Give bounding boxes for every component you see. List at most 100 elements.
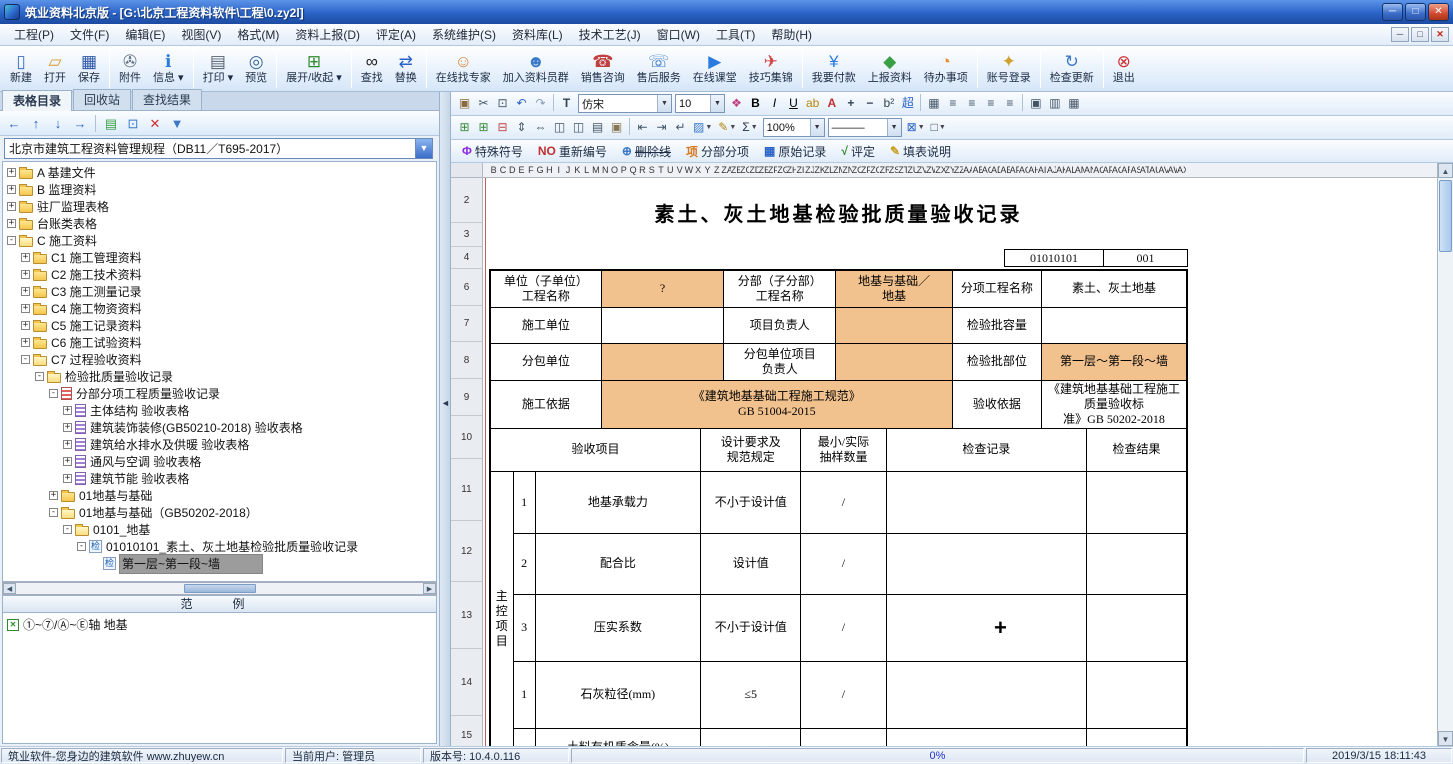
toolbar-button[interactable]: ▶在线课堂 bbox=[687, 48, 743, 90]
record-serial-cell[interactable]: 001 bbox=[1104, 249, 1188, 267]
menu-item[interactable]: 格式(M) bbox=[229, 24, 287, 45]
toolbar-button[interactable]: ◎预览 bbox=[239, 48, 273, 90]
format-button[interactable]: + bbox=[841, 94, 860, 113]
scroll-up-icon[interactable]: ▲ bbox=[1438, 163, 1453, 178]
tree-item[interactable]: +建筑装饰装修(GB50210-2018) 验收表格 bbox=[3, 419, 436, 436]
format-button[interactable]: ↷ bbox=[531, 94, 550, 113]
subcontractor-manager-cell[interactable] bbox=[836, 343, 952, 380]
tree-expander[interactable]: + bbox=[21, 338, 30, 347]
tree-item[interactable]: 检第一层~第一段~墙 bbox=[3, 555, 436, 572]
minimize-button[interactable]: ─ bbox=[1382, 3, 1403, 21]
font-select[interactable]: 仿宋 ▼ bbox=[578, 94, 672, 113]
action-button[interactable]: ⊕删除线 bbox=[615, 142, 678, 161]
mdi-restore-button[interactable]: □ bbox=[1411, 27, 1429, 42]
left-panel-tab[interactable]: 查找结果 bbox=[132, 89, 202, 110]
tree-expander[interactable]: - bbox=[49, 508, 58, 517]
scrollbar-thumb[interactable] bbox=[184, 584, 256, 593]
tree-expander[interactable]: + bbox=[63, 423, 72, 432]
list-item[interactable]: ✕①~⑦/Ⓐ~Ⓔ轴 地基 bbox=[7, 616, 432, 633]
tree-expander[interactable]: + bbox=[7, 202, 16, 211]
format-button[interactable]: ⇤ bbox=[633, 118, 652, 137]
menu-item[interactable]: 资料上报(D) bbox=[287, 24, 368, 45]
unit-name-cell[interactable]: ? bbox=[601, 270, 723, 307]
tree-item[interactable]: -检01010101_素土、灰土地基检验批质量验收记录 bbox=[3, 538, 436, 555]
action-button[interactable]: 项分部分项 bbox=[679, 142, 756, 161]
filter-icon[interactable]: ▼ bbox=[167, 114, 187, 133]
mdi-close-button[interactable]: ✕ bbox=[1431, 27, 1449, 42]
format-button[interactable]: ≡ bbox=[962, 94, 981, 113]
tree-item[interactable]: +驻厂监理表格 bbox=[3, 198, 436, 215]
tree-item[interactable]: +A 基建文件 bbox=[3, 164, 436, 181]
format-button[interactable]: ↵ bbox=[671, 118, 690, 137]
format-button[interactable]: ⇥ bbox=[652, 118, 671, 137]
regulation-select[interactable]: 北京市建筑工程资料管理规程（DB11／T695-2017） ▼ bbox=[4, 138, 433, 159]
toolbar-button[interactable]: ↻检查更新 bbox=[1044, 48, 1100, 90]
action-button[interactable]: √评定 bbox=[834, 142, 882, 161]
close-button[interactable]: ✕ bbox=[1428, 3, 1449, 21]
collapse-left-icon[interactable]: ◄ bbox=[441, 398, 450, 408]
left-panel-tab[interactable]: 表格目录 bbox=[2, 90, 72, 111]
acceptance-basis-cell[interactable]: 《建筑地基基础工程施工质量验收标 准》GB 50202-2018 bbox=[1042, 380, 1187, 428]
check-result-cell[interactable] bbox=[1087, 533, 1187, 594]
scroll-left-icon[interactable]: ◀ bbox=[3, 583, 16, 594]
format-button[interactable]: 超 bbox=[898, 94, 917, 113]
format-button[interactable]: ▣ bbox=[607, 118, 626, 137]
format-button[interactable]: ◫ bbox=[550, 118, 569, 137]
toolbar-button[interactable]: ▦保存 bbox=[72, 48, 106, 90]
format-button[interactable]: ⊟ bbox=[493, 118, 512, 137]
copy-node-icon[interactable]: ⊡ bbox=[123, 114, 143, 133]
toolbar-button[interactable]: ∞查找 bbox=[355, 48, 389, 90]
toolbar-button[interactable]: ◆上报资料 bbox=[862, 48, 918, 90]
font-size-select[interactable]: 10 ▼ bbox=[675, 94, 725, 113]
tree-item[interactable]: +建筑节能 验收表格 bbox=[3, 470, 436, 487]
menu-item[interactable]: 编辑(E) bbox=[117, 24, 173, 45]
construction-basis-cell[interactable]: 《建筑地基基础工程施工规范》 GB 51004-2015 bbox=[601, 380, 952, 428]
nav-up-icon[interactable]: ↑ bbox=[26, 114, 46, 133]
tree-expander[interactable]: + bbox=[49, 491, 58, 500]
tree-item[interactable]: +C3 施工测量记录 bbox=[3, 283, 436, 300]
menu-item[interactable]: 资料库(L) bbox=[504, 24, 571, 45]
tree-expander[interactable]: - bbox=[21, 355, 30, 364]
add-node-icon[interactable]: ▤ bbox=[101, 114, 121, 133]
toolbar-button[interactable]: ⊞展开/收起 ▾ bbox=[280, 48, 348, 90]
scrollbar-thumb[interactable] bbox=[1439, 180, 1452, 252]
format-button[interactable]: ▤ bbox=[588, 118, 607, 137]
format-button[interactable]: ✂ bbox=[474, 94, 493, 113]
tree-item[interactable]: +台账类表格 bbox=[3, 215, 436, 232]
check-result-cell[interactable] bbox=[1087, 594, 1187, 661]
menu-item[interactable]: 视图(V) bbox=[173, 24, 229, 45]
format-button[interactable]: ✎▼ bbox=[715, 118, 739, 137]
action-button[interactable]: Φ特殊符号 bbox=[455, 142, 530, 161]
menu-item[interactable]: 帮助(H) bbox=[763, 24, 820, 45]
menu-item[interactable]: 评定(A) bbox=[368, 24, 424, 45]
chevron-down-icon[interactable]: ▼ bbox=[415, 139, 432, 158]
menu-item[interactable]: 工程(P) bbox=[6, 24, 62, 45]
menu-item[interactable]: 工具(T) bbox=[708, 24, 763, 45]
format-button[interactable]: ▣ bbox=[455, 94, 474, 113]
toolbar-button[interactable]: ☺在线找专家 bbox=[430, 48, 497, 90]
toolbar-button[interactable]: ¥我要付款 bbox=[806, 48, 862, 90]
check-result-cell[interactable] bbox=[1087, 471, 1187, 533]
format-button[interactable]: □▼ bbox=[928, 118, 949, 137]
scroll-down-icon[interactable]: ▼ bbox=[1438, 731, 1453, 746]
menu-item[interactable]: 系统维护(S) bbox=[424, 24, 504, 45]
format-button[interactable]: B bbox=[746, 94, 765, 113]
format-button[interactable]: ab bbox=[803, 94, 822, 113]
panel-splitter[interactable]: ◄ bbox=[440, 92, 451, 746]
toolbar-button[interactable]: ☏售后服务 bbox=[631, 48, 687, 90]
check-record-cell[interactable] bbox=[886, 728, 1087, 746]
toolbar-button[interactable]: ✇附件 bbox=[113, 48, 147, 90]
tree-expander[interactable]: - bbox=[63, 525, 72, 534]
chevron-down-icon[interactable]: ▼ bbox=[810, 119, 824, 136]
format-button[interactable]: ≡ bbox=[1000, 94, 1019, 113]
format-button[interactable]: U bbox=[784, 94, 803, 113]
format-button[interactable]: ≡ bbox=[943, 94, 962, 113]
format-button[interactable]: b² bbox=[879, 94, 898, 113]
batch-location-cell[interactable]: 第一层～第一段～墙 bbox=[1042, 343, 1187, 380]
tree-expander[interactable]: + bbox=[7, 168, 16, 177]
tree-expander[interactable]: - bbox=[49, 389, 58, 398]
format-button[interactable]: ≡ bbox=[981, 94, 1000, 113]
tree-expander[interactable]: + bbox=[21, 253, 30, 262]
format-button[interactable]: ⊠▼ bbox=[904, 118, 928, 137]
toolbar-button[interactable]: ▤打印 ▾ bbox=[197, 48, 240, 90]
